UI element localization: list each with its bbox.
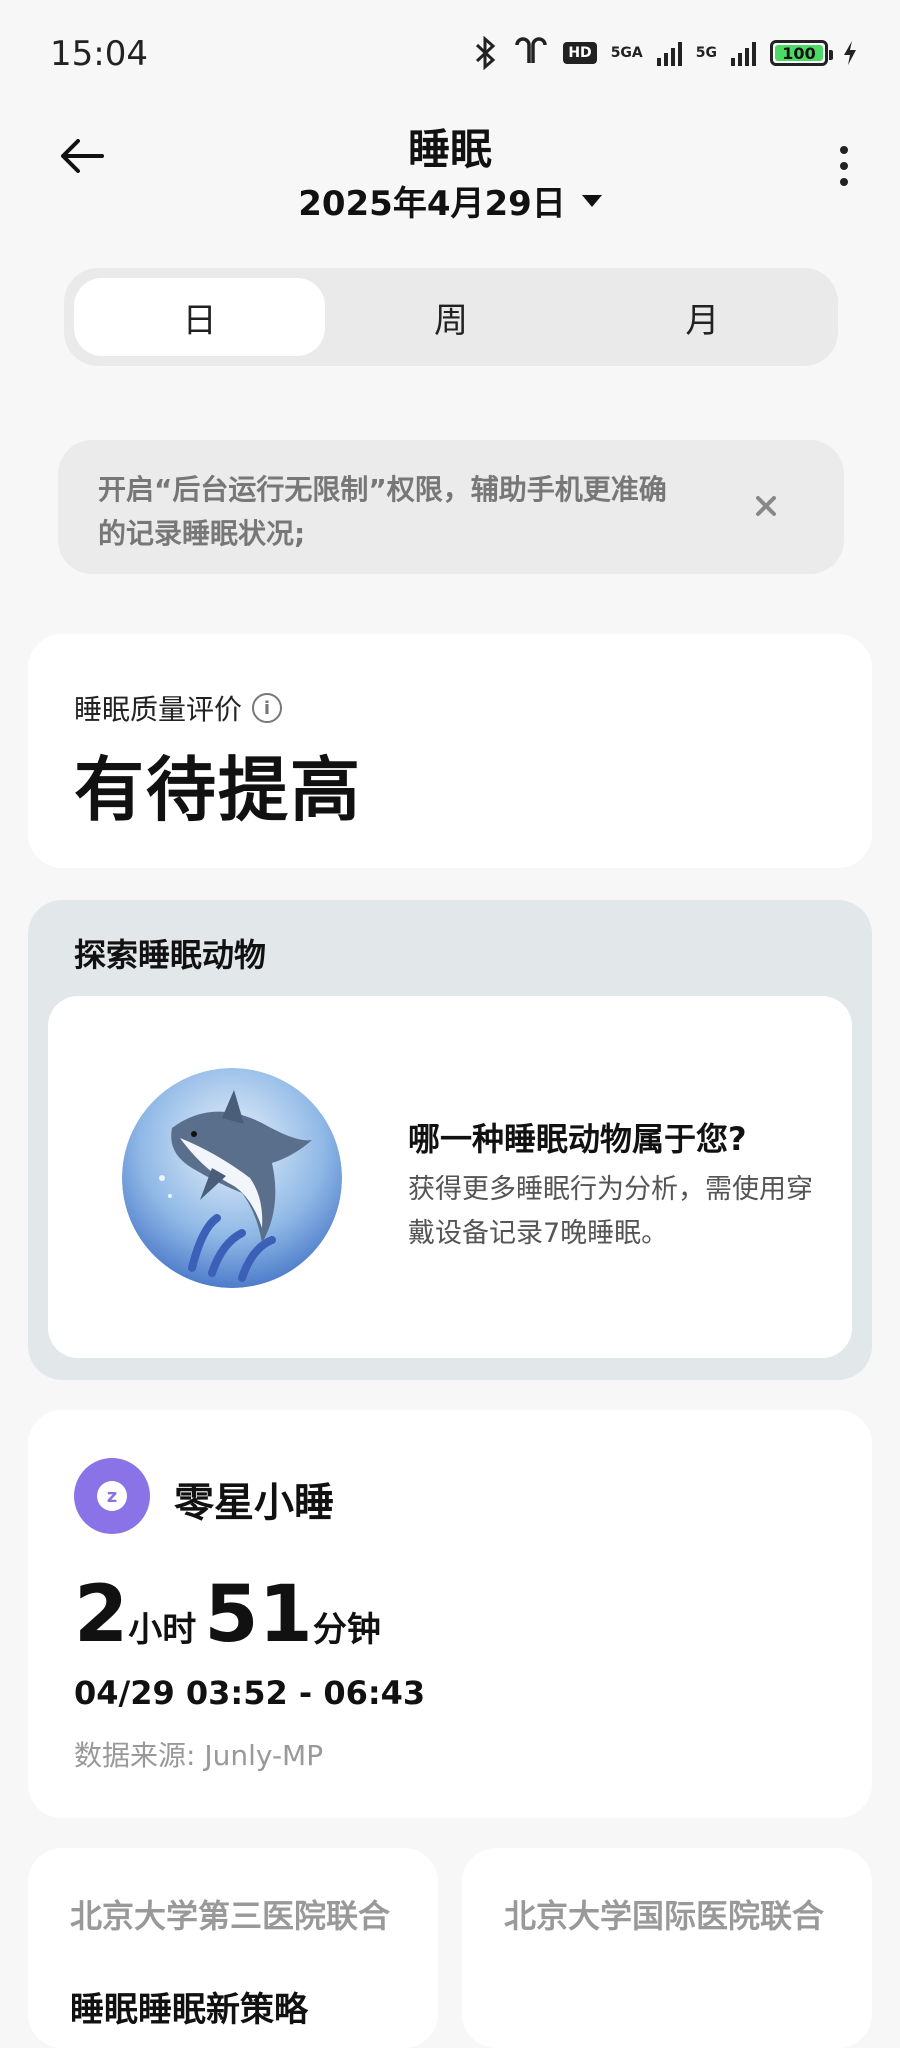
hd-badge: HD <box>563 42 597 64</box>
hospital-card-2[interactable]: 北京大学国际医院联合 <box>462 1848 872 2048</box>
tab-week[interactable]: 周 <box>325 278 576 356</box>
network-5g-label: 5G <box>695 45 717 61</box>
nap-card[interactable]: z 零星小睡 2 小时 51 分钟 04/29 03:52 - 06:43 数据… <box>28 1410 872 1818</box>
battery-icon: 100 <box>770 40 833 66</box>
notice-text: 开启“后台运行无限制”权限，辅助手机更准确的记录睡眠状况; <box>98 473 667 550</box>
page-title: 睡眠 <box>407 125 492 174</box>
permission-notice: 开启“后台运行无限制”权限，辅助手机更准确的记录睡眠状况; <box>58 440 844 574</box>
bluetooth-icon <box>476 36 496 70</box>
nap-minutes: 51 <box>204 1570 313 1660</box>
sleep-animal-section: 探索睡眠动物 哪一种睡眠动物属于您? 获得更多睡眠行为分析，需使用穿戴设备记录7… <box>28 900 872 1380</box>
close-icon[interactable] <box>748 488 784 524</box>
nap-minutes-unit: 分钟 <box>312 1610 381 1650</box>
nap-hours-unit: 小时 <box>128 1610 197 1650</box>
signal-icon <box>656 40 682 66</box>
more-options-icon[interactable] <box>840 146 848 186</box>
hospital-card-1-title: 北京大学第三医院联合 <box>70 1897 391 1935</box>
animal-question: 哪一种睡眠动物属于您? <box>408 1120 747 1158</box>
animal-card[interactable]: 哪一种睡眠动物属于您? 获得更多睡眠行为分析，需使用穿戴设备记录7晚睡眠。 <box>48 996 852 1358</box>
network-5ga-label: 5GA <box>610 45 643 61</box>
nap-title: 零星小睡 <box>174 1480 334 1526</box>
period-tabs: 日 周 月 <box>64 268 838 366</box>
tab-month[interactable]: 月 <box>577 278 828 356</box>
tab-day[interactable]: 日 <box>74 278 326 356</box>
nap-time-range: 04/29 03:52 - 06:43 <box>74 1674 426 1712</box>
nap-duration: 2 小时 51 分钟 <box>74 1570 389 1660</box>
shark-illustration <box>122 1068 342 1288</box>
nap-zzz-icon: z <box>74 1458 150 1534</box>
nap-hours: 2 <box>74 1570 129 1660</box>
status-icons: HD 5GA 5G 100 <box>473 36 858 70</box>
hospital-card-1[interactable]: 北京大学第三医院联合 睡眠睡眠新策略 <box>28 1848 438 2048</box>
battery-level: 100 <box>782 43 816 63</box>
date-label: 2025年4月29日 <box>298 184 566 224</box>
charging-icon <box>844 41 856 65</box>
status-time: 15:04 <box>50 34 148 74</box>
quality-label-row: 睡眠质量评价 i <box>74 688 283 728</box>
info-icon[interactable]: i <box>252 693 283 723</box>
quality-label: 睡眠质量评价 <box>74 693 243 726</box>
signal-icon-2 <box>731 40 756 66</box>
chevron-down-icon <box>581 194 602 207</box>
hospital-card-1-subtitle: 睡眠睡眠新策略 <box>70 1990 308 2030</box>
nap-data-source: 数据来源: Junly-MP <box>74 1739 324 1772</box>
animal-heading: 探索睡眠动物 <box>74 936 267 974</box>
sleep-quality-card[interactable]: 睡眠质量评价 i 有待提高 <box>28 634 872 868</box>
earbuds-icon <box>515 37 548 63</box>
hospital-card-2-title: 北京大学国际医院联合 <box>504 1897 825 1935</box>
quality-value: 有待提高 <box>74 749 362 831</box>
date-selector[interactable]: 2025年4月29日 <box>0 176 900 225</box>
animal-description: 获得更多睡眠行为分析，需使用穿戴设备记录7晚睡眠。 <box>408 1174 813 1249</box>
